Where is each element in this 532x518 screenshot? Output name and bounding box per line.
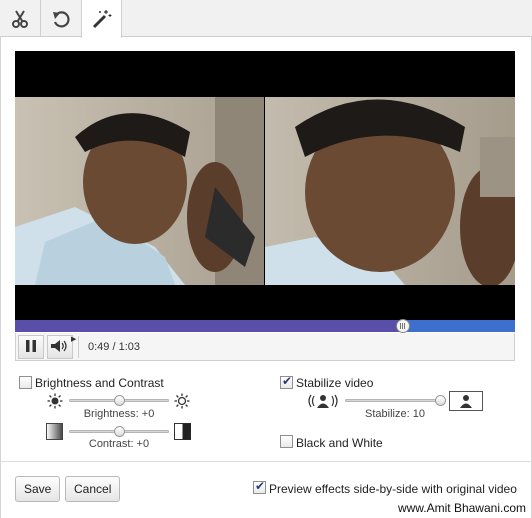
seek-handle[interactable] <box>395 319 410 333</box>
pause-button[interactable] <box>18 335 44 359</box>
preview-side-by-side-checkbox[interactable] <box>253 479 266 494</box>
tab-trim[interactable] <box>0 0 41 37</box>
tool-tab-bar <box>0 0 532 38</box>
seek-bar-played <box>15 320 403 332</box>
brightness-low-icon <box>47 393 63 409</box>
stabilize-slider-track[interactable] <box>345 399 440 402</box>
tab-rotate[interactable] <box>41 0 82 37</box>
volume-dropdown-icon[interactable]: ▶ <box>71 335 76 343</box>
stabilize-video-label: Stabilize video <box>296 376 374 390</box>
scissors-icon <box>10 9 30 29</box>
tab-effects[interactable] <box>81 0 122 38</box>
contrast-high-icon <box>174 423 191 440</box>
contrast-low-icon <box>46 423 63 440</box>
steady-person-icon <box>449 391 483 411</box>
brightness-high-icon <box>174 393 190 409</box>
stabilize-slider-handle[interactable] <box>435 395 446 406</box>
brightness-slider-handle[interactable] <box>114 395 125 406</box>
brightness-contrast-label: Brightness and Contrast <box>35 376 164 390</box>
watermark-text: www.Amit Bhawani.com <box>397 501 526 515</box>
brightness-contrast-checkbox[interactable] <box>19 376 32 389</box>
video-preview[interactable] <box>15 51 515 320</box>
preview-side-by-side-label: Preview effects side-by-side with origin… <box>269 482 517 496</box>
original-video-frame <box>15 97 264 285</box>
black-and-white-checkbox[interactable] <box>280 435 293 448</box>
seek-bar[interactable] <box>15 319 515 333</box>
shaky-person-icon <box>306 392 340 410</box>
brightness-value-label: Brightness: +0 <box>83 408 155 420</box>
cancel-button[interactable]: Cancel <box>65 476 121 502</box>
contrast-value-label: Contrast: +0 <box>88 438 150 450</box>
footer-divider <box>0 461 532 462</box>
stabilized-video-frame <box>265 97 515 285</box>
speaker-icon <box>50 339 70 356</box>
magic-wand-icon <box>91 8 113 30</box>
stabilize-value-label: Stabilize: 10 <box>365 408 425 420</box>
stabilize-video-checkbox[interactable] <box>280 374 293 389</box>
pause-icon <box>25 339 37 355</box>
rotate-icon <box>51 9 71 29</box>
save-button[interactable]: Save <box>15 476 61 502</box>
black-and-white-label: Black and White <box>296 436 383 450</box>
volume-button[interactable] <box>47 335 73 359</box>
contrast-slider-handle[interactable] <box>114 426 125 437</box>
player-controls: ▶ 0:49 / 1:03 <box>15 333 515 361</box>
controls-divider <box>78 336 79 358</box>
time-display: 0:49 / 1:03 <box>88 341 140 353</box>
